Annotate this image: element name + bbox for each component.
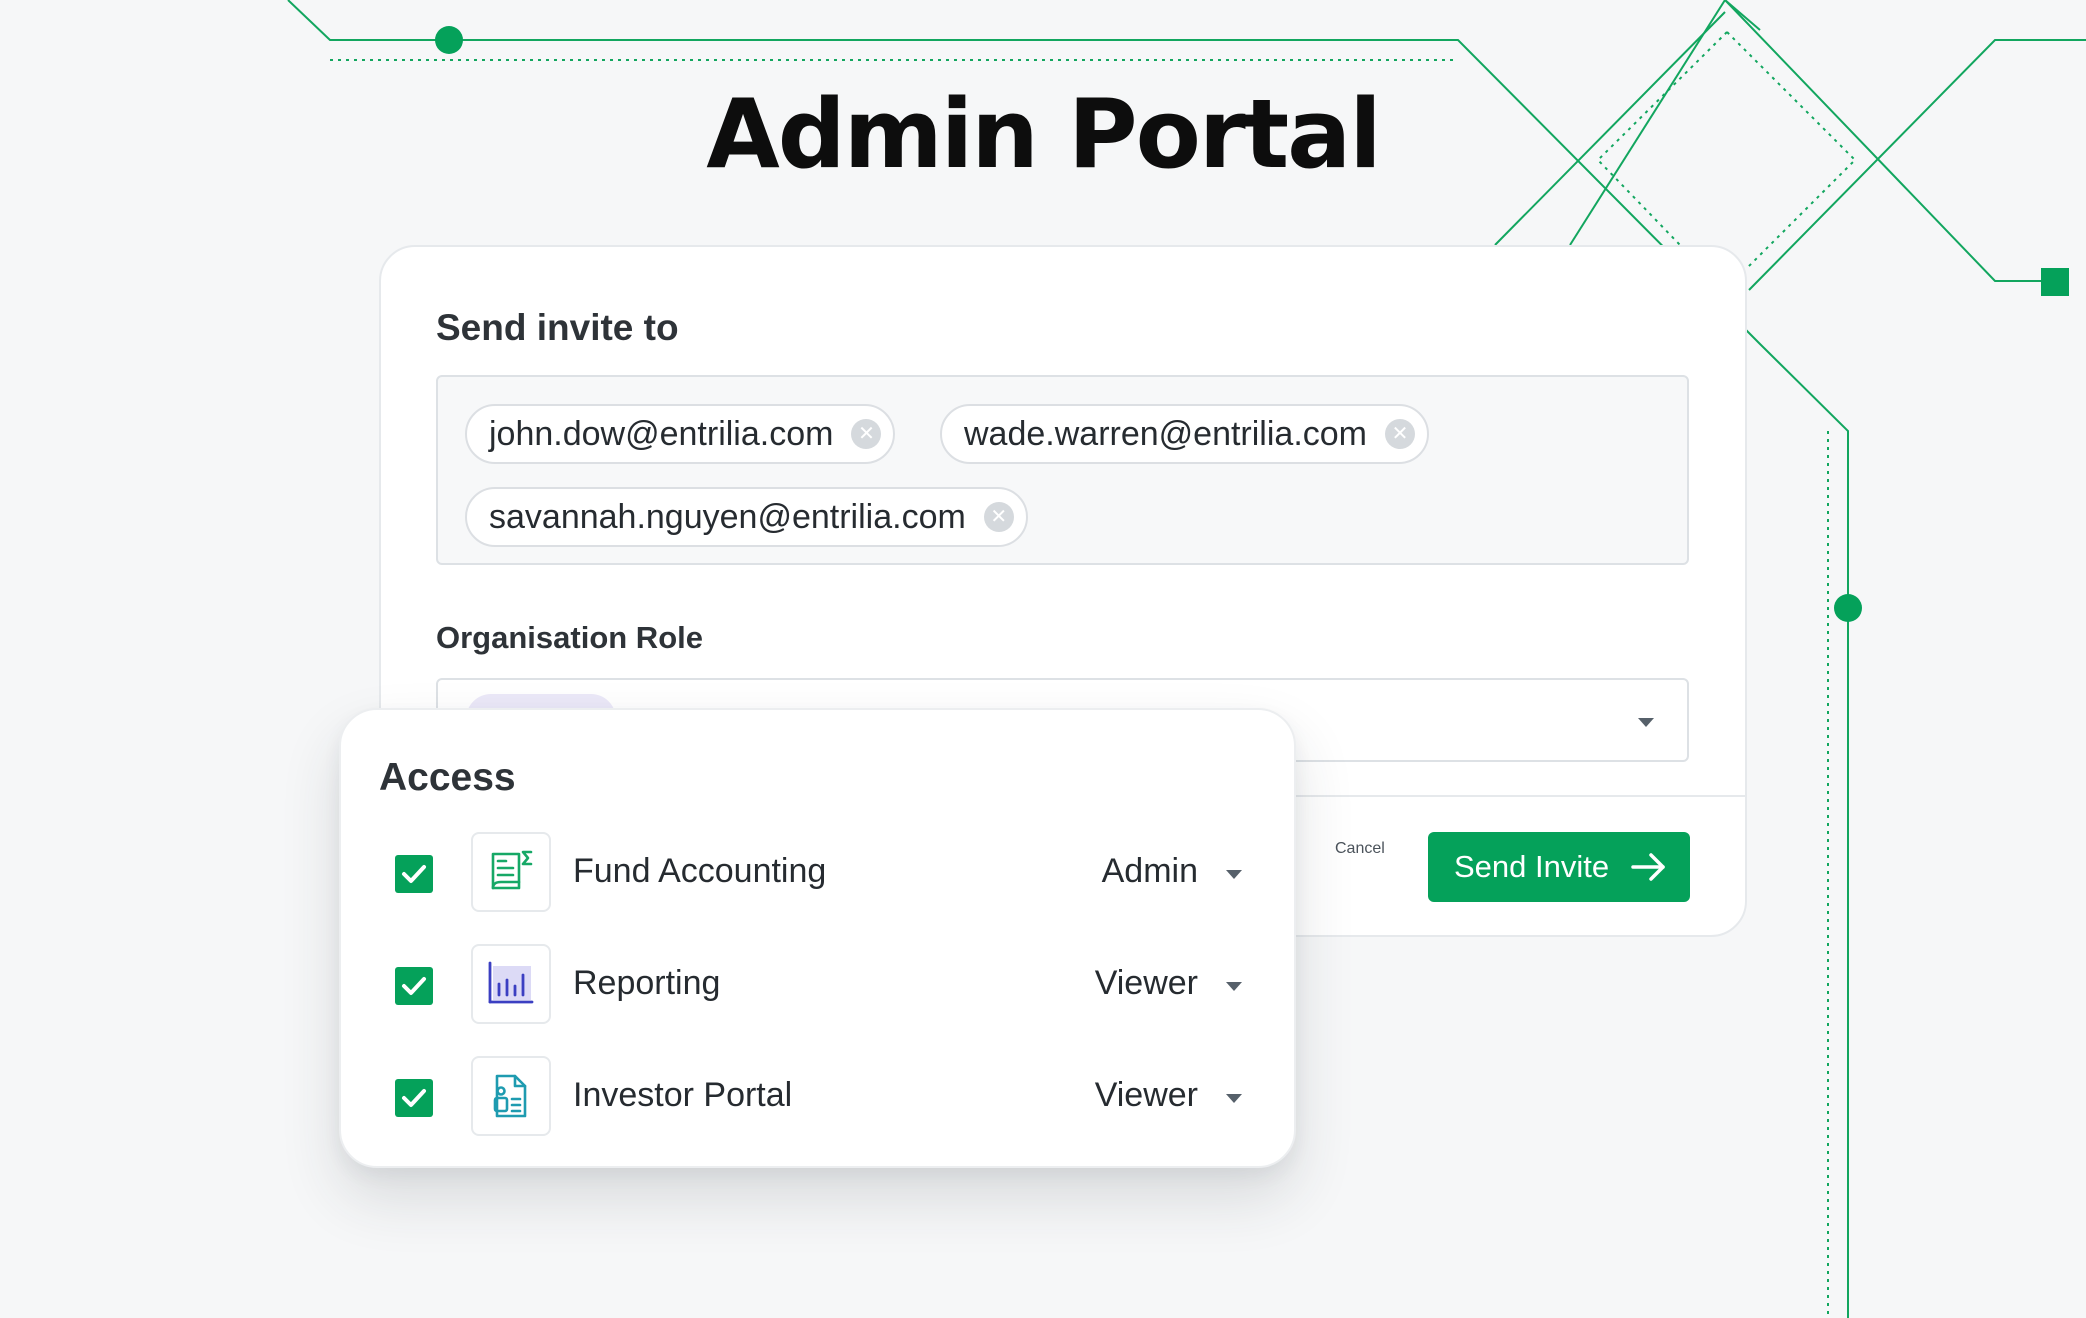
recipient-email: john.dow@entrilia.com [489,414,834,453]
recipient-email: savannah.nguyen@entrilia.com [489,497,966,536]
chevron-down-icon[interactable] [1226,1094,1242,1103]
app-name: Investor Portal [573,1076,793,1114]
access-checkbox[interactable] [395,967,433,1005]
chevron-down-icon[interactable] [1226,870,1242,879]
recipient-email: wade.warren@entrilia.com [964,414,1368,453]
ledger-sigma-icon [491,850,533,890]
checkmark-icon [402,1089,426,1107]
recipient-chip: savannah.nguyen@entrilia.com ✕ [465,487,1028,547]
recipients-input[interactable]: john.dow@entrilia.com ✕ wade.warren@entr… [436,375,1689,565]
app-name: Reporting [573,964,721,1002]
access-row: Fund Accounting Admin [341,832,1296,914]
access-panel: Access Fund Accounting Admin Reporting V… [339,708,1296,1168]
page-title: Admin Portal [706,80,1382,190]
app-name: Fund Accounting [573,852,827,890]
arrow-right-icon [1631,853,1665,881]
app-icon-box [471,832,551,912]
remove-chip-icon[interactable]: ✕ [983,502,1014,532]
recipient-chip: wade.warren@entrilia.com ✕ [940,404,1430,464]
organisation-role-label: Organisation Role [436,620,703,655]
role-dropdown[interactable]: Admin [1102,852,1198,891]
checkmark-icon [402,865,426,883]
access-checkbox[interactable] [395,855,433,893]
app-icon-box [471,944,551,1024]
access-row: Reporting Viewer [341,944,1296,1026]
app-icon-box [471,1056,551,1136]
chevron-down-icon [1638,718,1654,727]
role-dropdown[interactable]: Viewer [1095,964,1198,1003]
access-row: Investor Portal Viewer [341,1056,1296,1138]
send-invite-label: Send invite to [436,307,679,348]
access-title: Access [379,756,516,799]
cancel-button[interactable]: Cancel [1329,839,1391,859]
send-invite-button[interactable]: Send Invite [1428,832,1690,902]
recipient-chip: john.dow@entrilia.com ✕ [465,404,896,464]
send-invite-label: Send Invite [1454,849,1610,884]
role-dropdown[interactable]: Viewer [1095,1076,1198,1115]
investor-document-icon [493,1074,527,1118]
checkmark-icon [402,977,426,995]
chevron-down-icon[interactable] [1226,982,1242,991]
bar-chart-icon [488,961,534,1004]
remove-chip-icon[interactable]: ✕ [851,419,882,449]
remove-chip-icon[interactable]: ✕ [1385,419,1416,449]
access-checkbox[interactable] [395,1079,433,1117]
